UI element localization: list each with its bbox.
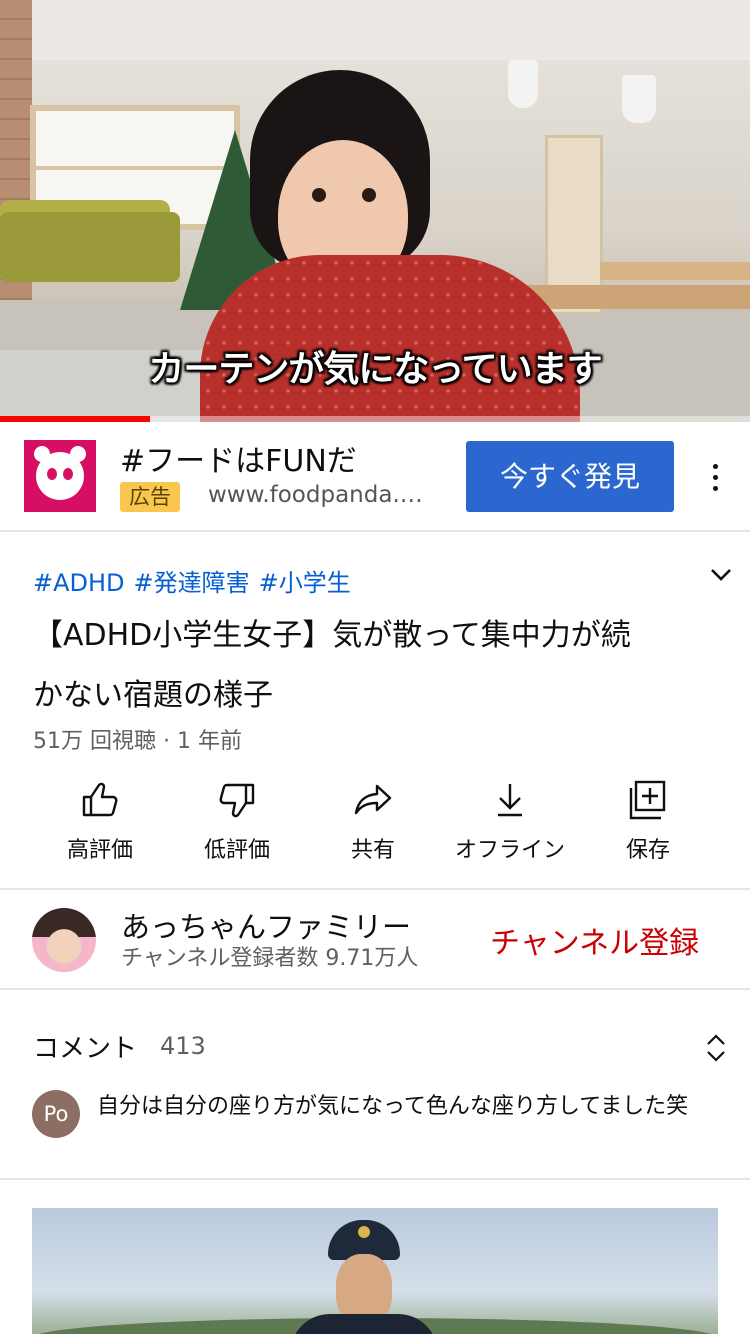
download-icon	[498, 784, 522, 817]
video-subtitle: カーテンが気になっています	[148, 349, 602, 390]
hashtag-link[interactable]: #発達障害	[134, 569, 250, 597]
foodpanda-logo[interactable]	[24, 440, 96, 512]
scene-pendant-lamp	[508, 60, 538, 108]
hashtag-list: #ADHD #発達障害 #小学生	[33, 563, 360, 598]
like-button[interactable]: 高評価	[32, 778, 168, 868]
ad-badge: 広告	[120, 482, 180, 512]
dislike-button[interactable]: 低評価	[169, 778, 305, 868]
ad-title[interactable]: #フードはFUNだ	[120, 436, 357, 480]
video-title-line[interactable]: かない宿題の様子	[33, 670, 273, 714]
scene-pendant-lamp	[622, 75, 656, 123]
scene-sofa	[0, 212, 180, 282]
save-button[interactable]: 保存	[580, 778, 716, 868]
share-icon	[354, 784, 392, 815]
ad-banner[interactable]: #フードはFUNだ 広告 www.foodpanda.… 今すぐ発見	[0, 422, 750, 532]
download-button[interactable]: オフライン	[442, 778, 578, 868]
channel-row[interactable]: あっちゃんファミリー チャンネル登録者数 9.71万人 チャンネル登録	[0, 888, 750, 990]
scene-girl-sweater	[200, 255, 580, 422]
video-player[interactable]: カーテンが気になっています	[0, 0, 750, 422]
like-label: 高評価	[66, 838, 133, 863]
share-label: 共有	[350, 838, 395, 863]
comment-text: 自分は自分の座り方が気になって色んな座り方してました笑	[97, 1094, 689, 1119]
subscriber-count: チャンネル登録者数 9.71万人	[121, 946, 419, 971]
app-root: カーテンが気になっています #フードはFUNだ 広告 www.foodpanda…	[0, 0, 750, 1334]
video-title-line[interactable]: 【ADHD小学生女子】気が散って集中力が続	[33, 610, 631, 654]
thumb-uniform	[290, 1314, 438, 1334]
scene-table	[520, 285, 750, 309]
thumbs-up-icon	[82, 782, 118, 817]
share-button[interactable]: 共有	[305, 778, 441, 868]
scene-ceiling	[0, 0, 750, 60]
chevron-down-icon[interactable]	[706, 562, 736, 588]
scene-girl-eye	[362, 188, 376, 202]
scene-counter	[600, 262, 750, 280]
subscribe-button[interactable]: チャンネル登録	[490, 918, 699, 962]
more-vert-icon[interactable]	[702, 458, 730, 498]
commenter-avatar[interactable]: Po	[32, 1090, 80, 1138]
unfold-icon[interactable]	[702, 1030, 730, 1066]
comments-heading: コメント	[33, 1034, 138, 1064]
hashtag-link[interactable]: #ADHD	[33, 569, 125, 597]
action-bar: 高評価 低評価 共有 オフライン 保存	[0, 778, 750, 878]
ad-cta-button[interactable]: 今すぐ発見	[466, 441, 674, 512]
playlist-add-icon	[629, 780, 666, 820]
ad-url[interactable]: www.foodpanda.…	[208, 482, 443, 508]
next-video-thumbnail[interactable]	[32, 1208, 718, 1334]
comments-section[interactable]: コメント 413 Po 自分は自分の座り方が気になって色んな座り方してました笑	[0, 990, 750, 1180]
thumbs-down-icon	[219, 783, 255, 818]
channel-avatar[interactable]	[32, 908, 96, 972]
save-label: 保存	[625, 838, 670, 863]
dislike-label: 低評価	[203, 838, 270, 863]
thumb-cap-badge	[358, 1226, 370, 1238]
comments-count: 413	[160, 1032, 206, 1060]
scene-girl-eye	[312, 188, 326, 202]
hashtag-link[interactable]: #小学生	[259, 569, 351, 597]
panda-icon	[36, 452, 84, 500]
download-label: オフライン	[454, 838, 565, 863]
video-meta: 51万 回視聴 · 1 年前	[33, 729, 242, 754]
